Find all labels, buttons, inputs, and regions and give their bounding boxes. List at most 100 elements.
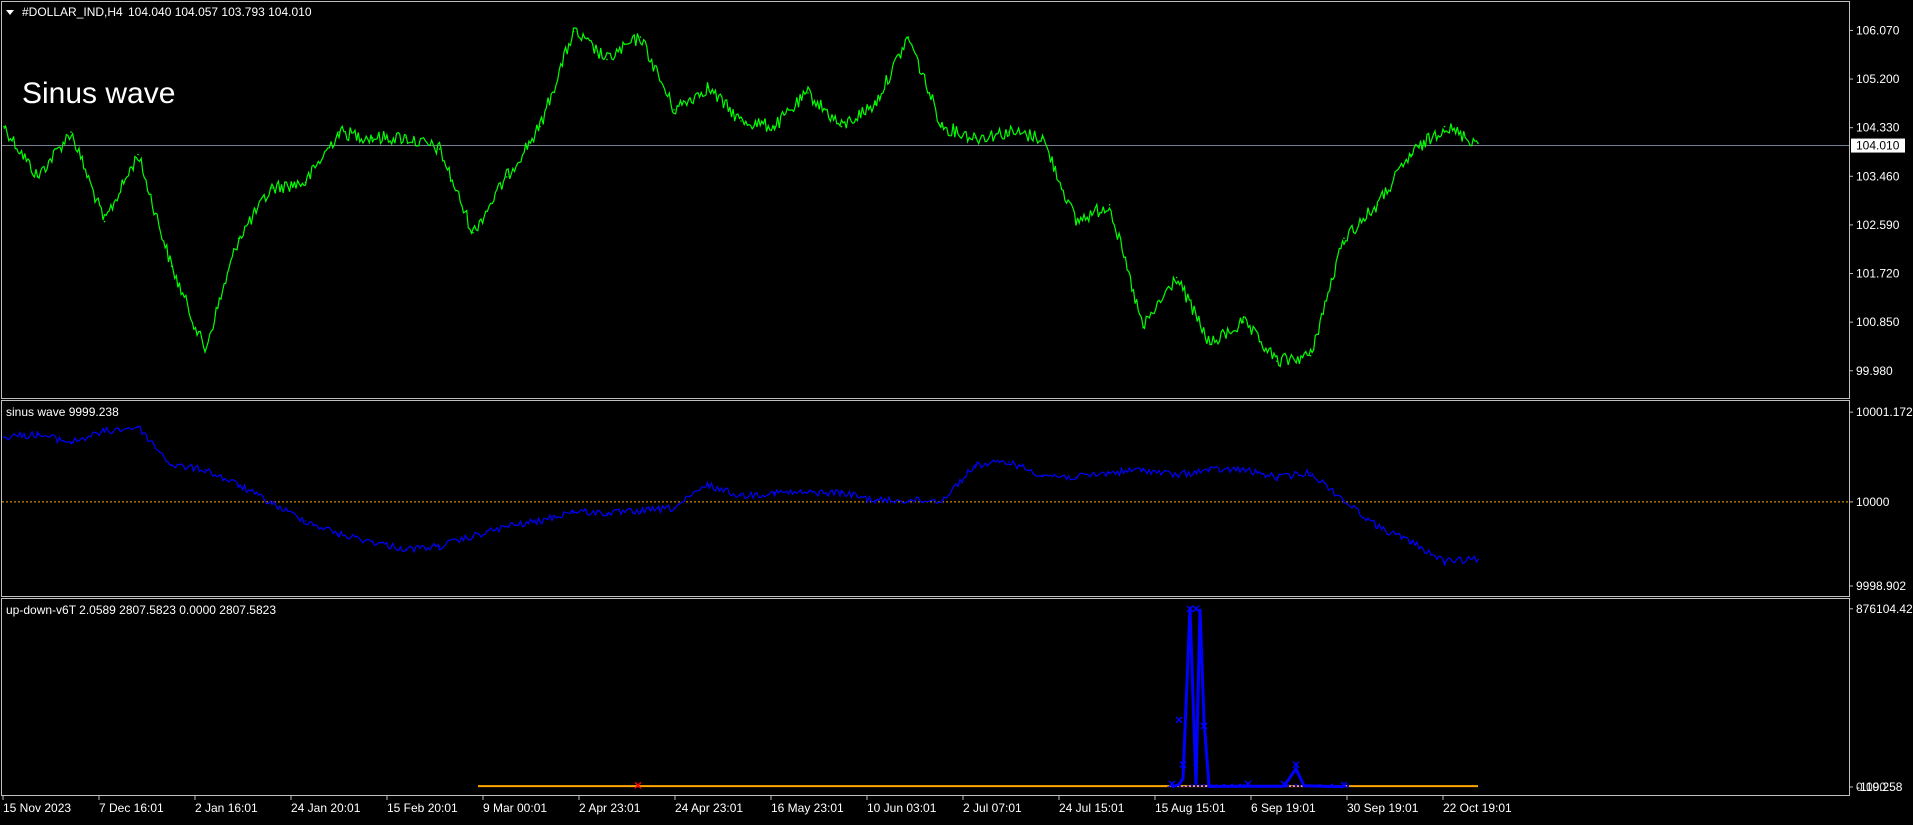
sinus-point <box>505 525 508 528</box>
sinus-point <box>1075 476 1077 479</box>
price-point <box>706 86 709 89</box>
price-point <box>304 181 307 184</box>
price-point <box>505 176 508 178</box>
sinus-point <box>773 491 776 494</box>
sinus-point <box>237 484 240 486</box>
price-point <box>170 265 173 268</box>
price-tick-label: 99.980 <box>1856 364 1893 378</box>
price-tick-label: 105.200 <box>1856 72 1900 86</box>
sinus-point <box>606 512 608 515</box>
sinus-point <box>874 499 876 502</box>
x-tick-label: 22 Oct 19:01 <box>1443 801 1512 815</box>
sinus-point <box>572 510 575 512</box>
chart-background <box>0 0 1913 820</box>
price-point <box>3 125 5 128</box>
price-tick-label: 101.720 <box>1856 267 1900 281</box>
sinus-point <box>304 520 307 522</box>
sinus-point <box>1008 461 1010 463</box>
sinus-point <box>338 533 340 535</box>
price-point <box>237 237 240 240</box>
ohlc-values: 104.040 104.057 103.793 104.010 <box>128 5 312 19</box>
sinus-point <box>204 468 206 471</box>
sinus-point <box>271 502 273 505</box>
price-point <box>371 136 374 139</box>
price-point <box>572 30 575 33</box>
sinus-point <box>472 535 474 538</box>
price-point <box>1443 125 1446 128</box>
sinus-point <box>1343 499 1345 502</box>
updown-tick-label-overlap: 0.000 <box>1856 780 1886 794</box>
sinus-point <box>3 436 5 438</box>
price-point <box>673 109 675 111</box>
sinus-point <box>941 499 943 502</box>
x-tick-label: 15 Aug 15:01 <box>1155 801 1226 815</box>
price-point <box>639 36 642 38</box>
sinus-point <box>1242 468 1245 471</box>
x-tick-label: 10 Jun 03:01 <box>867 801 937 815</box>
price-point <box>874 103 876 105</box>
updown-pane-title: up-down-v6T 2.0589 2807.5823 0.0000 2807… <box>6 603 276 617</box>
sinus-tick-label: 10000 <box>1856 495 1890 509</box>
x-tick-label: 6 Sep 19:01 <box>1251 801 1316 815</box>
sinus-point <box>70 441 72 444</box>
sinus-point <box>1276 476 1278 479</box>
price-point <box>941 125 943 128</box>
sinus-point <box>371 540 374 543</box>
price-point <box>773 125 776 128</box>
price-tick-label: 104.330 <box>1856 121 1900 135</box>
sinus-point <box>807 491 809 494</box>
x-tick-label: 2 Apr 23:01 <box>579 801 641 815</box>
price-point <box>807 92 809 94</box>
price-tick-label: 106.070 <box>1856 23 1900 37</box>
chart-canvas[interactable]: #DOLLAR_IND,H4 104.040 104.057 103.793 1… <box>0 0 1913 820</box>
x-tick-label: 16 May 23:01 <box>771 801 844 815</box>
x-tick-label: 24 Jan 20:01 <box>291 801 361 815</box>
sinus-point <box>706 484 709 486</box>
sinus-pane-title: sinus wave 9999.238 <box>6 405 119 419</box>
price-point <box>1376 204 1379 206</box>
sinus-point <box>639 510 642 512</box>
sinus-point <box>907 499 910 502</box>
sinus-point <box>405 548 407 551</box>
price-point <box>1075 220 1077 223</box>
x-tick-label: 2 Jul 07:01 <box>963 801 1022 815</box>
price-point <box>137 153 139 156</box>
sinus-point <box>1477 558 1479 561</box>
price-point <box>1008 131 1010 133</box>
price-point <box>1343 237 1345 240</box>
sinus-point <box>438 545 441 548</box>
price-point <box>36 176 39 178</box>
price-point <box>1041 136 1044 139</box>
sinus-point <box>1376 525 1379 528</box>
price-point <box>338 131 340 133</box>
price-point <box>70 131 72 133</box>
x-tick-label: 9 Mar 00:01 <box>483 801 547 815</box>
sinus-point <box>1209 468 1211 471</box>
price-point <box>840 125 843 128</box>
sinus-point <box>1410 540 1412 543</box>
price-point <box>204 349 206 351</box>
price-point <box>1108 204 1111 206</box>
x-tick-label: 15 Nov 2023 <box>3 801 71 815</box>
price-point <box>1276 360 1278 363</box>
price-point <box>103 220 106 223</box>
sinus-point <box>740 495 742 497</box>
price-point <box>974 136 977 139</box>
price-point <box>1142 326 1144 329</box>
sinus-point <box>1309 472 1312 474</box>
x-tick-label: 24 Jul 15:01 <box>1059 801 1125 815</box>
sinus-point <box>137 426 139 428</box>
price-point <box>271 187 273 189</box>
price-point <box>1242 321 1245 323</box>
price-point <box>1410 153 1412 156</box>
sinus-tick-label: 9998.902 <box>1856 579 1906 593</box>
price-point <box>539 125 541 128</box>
x-tick-label: 24 Apr 23:01 <box>675 801 743 815</box>
price-point <box>1477 142 1479 145</box>
sinus-point <box>1443 560 1446 563</box>
updown-tick-label: 876104.42 <box>1856 602 1913 616</box>
sinus-point <box>1041 474 1044 476</box>
trading-chart-window[interactable]: #DOLLAR_IND,H4 104.040 104.057 103.793 1… <box>0 0 1913 820</box>
sinus-point <box>974 464 977 466</box>
sinus-point <box>170 464 173 466</box>
